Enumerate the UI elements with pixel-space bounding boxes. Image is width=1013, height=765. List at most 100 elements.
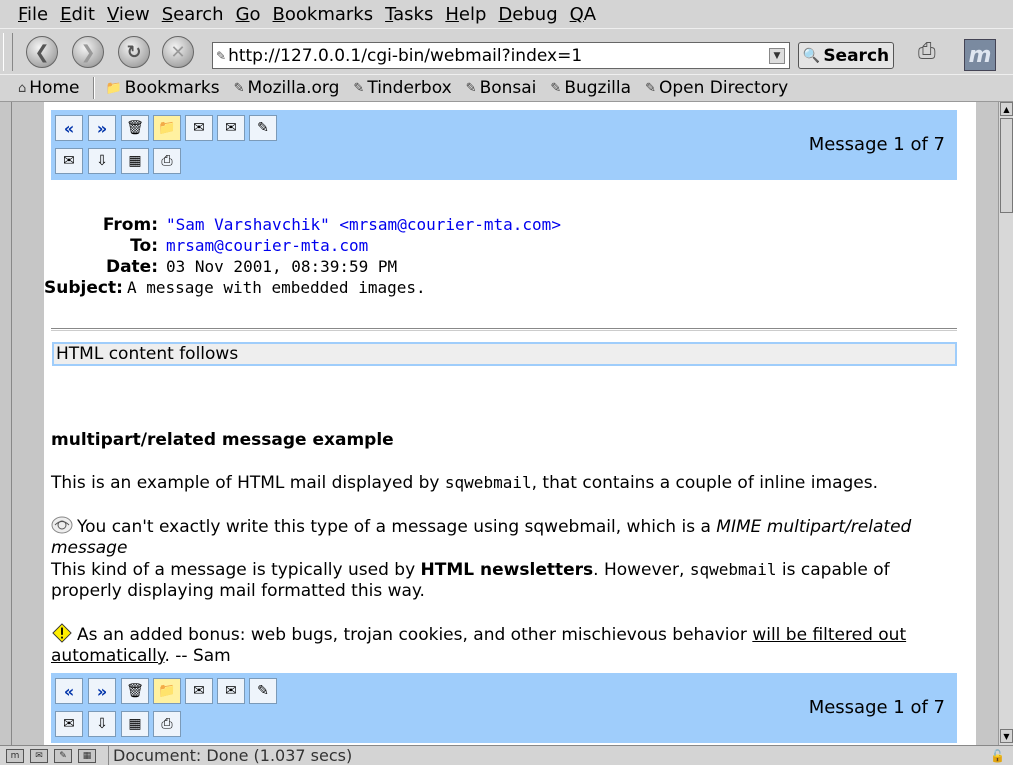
bookmark-icon: ✎ [233, 80, 245, 96]
trash-icon: 🗑 [126, 683, 144, 699]
composer-icon[interactable]: ✎ [54, 748, 72, 763]
move-button[interactable]: 📁 [153, 115, 181, 141]
printer-icon: ⎙ [161, 716, 173, 732]
back-button[interactable]: ❮ [26, 36, 58, 68]
from-value[interactable]: "Sam Varshavchik" <mrsam@courier-mta.com… [166, 215, 561, 234]
webmail-page: « » 🗑 📁 ✉ ✉ ✎ ✉ ⇩ ▦ ⎙ Message 1 of 7 Fro… [44, 102, 976, 745]
mail-icon[interactable]: ✉ [30, 748, 48, 763]
forward-attachment-button[interactable]: ✉ [55, 711, 83, 737]
bookmark-tinderbox[interactable]: ✎ Tinderbox [353, 78, 451, 98]
search-button[interactable]: 🔍 Search [798, 42, 894, 69]
next-message-button[interactable]: » [88, 678, 116, 704]
url-dropdown-button[interactable]: ▼ [769, 47, 785, 64]
delete-button[interactable]: 🗑 [121, 115, 149, 141]
caret-down-icon: ▼ [1003, 731, 1010, 741]
bookmark-icon: ✎ [353, 80, 365, 96]
reply-all-button[interactable]: ✉ [217, 115, 245, 141]
sidebar-grip[interactable] [0, 102, 12, 745]
folder-icon: 📁 [158, 683, 176, 699]
folder-icon: 📁 [158, 120, 176, 136]
url-bar[interactable]: ✎ ▼ [212, 42, 790, 69]
menu-debug[interactable]: Debug [492, 4, 563, 25]
scroll-up-button[interactable]: ▲ [1000, 102, 1013, 116]
bookmarks-toolbar: ⌂ Home 📁 Bookmarks ✎ Mozilla.org ✎ Tinderbox… [0, 74, 1013, 102]
date-label: Date: [105, 256, 158, 277]
folder-icon: 📁 [105, 80, 122, 96]
security-lock-icon[interactable]: 🔓 [990, 749, 1005, 763]
headers-icon: ▦ [128, 716, 142, 732]
forward-attachment-button[interactable]: ✉ [55, 148, 83, 174]
mozilla-logo[interactable]: m [964, 39, 996, 71]
delete-button[interactable]: 🗑 [121, 678, 149, 704]
previous-message-button[interactable]: « [55, 678, 83, 704]
reload-button[interactable]: ↻ [118, 36, 150, 68]
message-counter: Message 1 of 7 [808, 134, 945, 155]
body-paragraph-3: As an added bonus: web bugs, trojan cook… [51, 623, 907, 666]
menu-edit[interactable]: Edit [54, 4, 101, 25]
print-message-button[interactable]: ⎙ [153, 711, 181, 737]
menu-view[interactable]: View [101, 4, 156, 25]
bookmark-open-directory[interactable]: ✎ Open Directory [645, 78, 788, 98]
magnifier-icon: 🔍 [802, 47, 821, 64]
full-headers-button[interactable]: ▦ [121, 148, 149, 174]
reply-icon: ✉ [193, 683, 205, 699]
home-icon: ⌂ [18, 80, 27, 96]
to-value[interactable]: mrsam@courier-mta.com [166, 236, 368, 255]
addressbook-icon[interactable]: ▦ [78, 748, 96, 763]
stop-button[interactable]: ✕ [162, 36, 194, 68]
arrow-left-icon: ❮ [34, 41, 50, 63]
forward-button[interactable]: ❯ [72, 36, 104, 68]
printer-icon: ⎙ [161, 153, 173, 169]
menu-qa[interactable]: QA [564, 4, 603, 25]
body-paragraph-2: You can't exactly write this type of a m… [51, 516, 912, 601]
full-headers-button[interactable]: ▦ [121, 711, 149, 737]
toolbar-grip[interactable] [3, 33, 13, 71]
message-toolbar-bottom: « » 🗑 📁 ✉ ✉ ✎ ✉ ⇩ ▦ ⎙ Message 1 of 7 [51, 673, 957, 743]
next-message-button[interactable]: » [88, 115, 116, 141]
double-right-icon: » [96, 118, 108, 138]
scroll-thumb[interactable] [1000, 118, 1013, 213]
forward-message-button[interactable]: ✎ [249, 678, 277, 704]
forward-icon: ✎ [257, 120, 269, 136]
message-counter: Message 1 of 7 [808, 697, 945, 718]
reply-all-button[interactable]: ✉ [217, 678, 245, 704]
bookmark-mozilla[interactable]: ✎ Mozilla.org [234, 78, 340, 98]
menu-tasks[interactable]: Tasks [379, 4, 439, 25]
reply-icon: ✉ [193, 120, 205, 136]
eye-icon [51, 516, 73, 534]
menu-go[interactable]: Go [230, 4, 267, 25]
bookmark-icon: ✎ [550, 80, 562, 96]
date-value: 03 Nov 2001, 08:39:59 PM [166, 257, 398, 276]
navigator-icon[interactable]: m [6, 748, 24, 763]
download-button[interactable]: ⇩ [88, 711, 116, 737]
scroll-down-button[interactable]: ▼ [1000, 729, 1013, 743]
download-button[interactable]: ⇩ [88, 148, 116, 174]
print-button[interactable]: ⎙ [918, 39, 956, 69]
menu-bookmarks[interactable]: Bookmarks [267, 4, 380, 25]
vertical-scrollbar[interactable]: ▲ ▼ [998, 102, 1013, 745]
html-content-banner: HTML content follows [52, 342, 957, 366]
reply-all-icon: ✉ [225, 683, 237, 699]
forward-message-button[interactable]: ✎ [249, 115, 277, 141]
reply-button[interactable]: ✉ [185, 115, 213, 141]
status-bar: m ✉ ✎ ▦ Document: Done (1.037 secs) 🔓 [0, 745, 1013, 765]
menu-file[interactable]: File [12, 4, 54, 25]
bookmark-bonsai[interactable]: ✎ Bonsai [466, 78, 537, 98]
url-input[interactable] [226, 43, 769, 68]
menu-help[interactable]: Help [439, 4, 492, 25]
message-headers: From: "Sam Varshavchik" <mrsam@courier-m… [44, 214, 561, 298]
body-paragraph-1: This is an example of HTML mail displaye… [51, 473, 879, 493]
print-message-button[interactable]: ⎙ [153, 148, 181, 174]
bookmark-icon: ✎ [465, 80, 477, 96]
bookmark-bugzilla[interactable]: ✎ Bugzilla [550, 78, 631, 98]
reply-button[interactable]: ✉ [185, 678, 213, 704]
home-button[interactable]: ⌂ Home [18, 78, 79, 98]
reply-all-icon: ✉ [225, 120, 237, 136]
bookmark-folder[interactable]: 📁 Bookmarks [105, 78, 219, 98]
to-label: To: [130, 235, 158, 256]
caret-up-icon: ▲ [1003, 104, 1010, 114]
move-button[interactable]: 📁 [153, 678, 181, 704]
warning-icon [52, 623, 72, 643]
menu-search[interactable]: Search [156, 4, 230, 25]
previous-message-button[interactable]: « [55, 115, 83, 141]
